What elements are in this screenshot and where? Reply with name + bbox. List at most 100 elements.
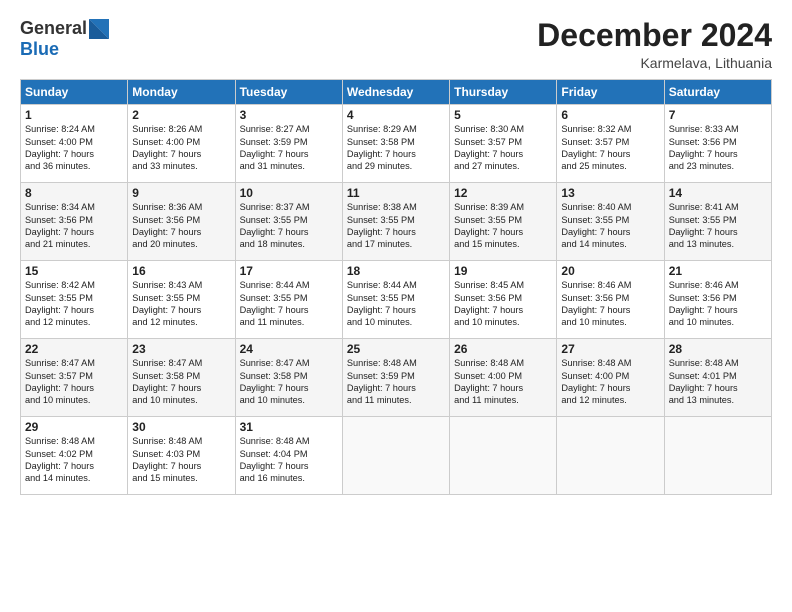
day-number: 9 [132, 186, 230, 200]
calendar-cell [450, 417, 557, 495]
day-number: 14 [669, 186, 767, 200]
calendar-cell: 21Sunrise: 8:46 AMSunset: 3:56 PMDayligh… [664, 261, 771, 339]
day-info: Sunrise: 8:32 AMSunset: 3:57 PMDaylight:… [561, 123, 659, 173]
day-info: Sunrise: 8:42 AMSunset: 3:55 PMDaylight:… [25, 279, 123, 329]
calendar-cell: 8Sunrise: 8:34 AMSunset: 3:56 PMDaylight… [21, 183, 128, 261]
weekday-header-friday: Friday [557, 80, 664, 105]
calendar-cell: 3Sunrise: 8:27 AMSunset: 3:59 PMDaylight… [235, 105, 342, 183]
day-info: Sunrise: 8:38 AMSunset: 3:55 PMDaylight:… [347, 201, 445, 251]
day-info: Sunrise: 8:47 AMSunset: 3:58 PMDaylight:… [132, 357, 230, 407]
day-info: Sunrise: 8:48 AMSunset: 4:02 PMDaylight:… [25, 435, 123, 485]
calendar-week-4: 22Sunrise: 8:47 AMSunset: 3:57 PMDayligh… [21, 339, 772, 417]
calendar-cell: 25Sunrise: 8:48 AMSunset: 3:59 PMDayligh… [342, 339, 449, 417]
weekday-header-tuesday: Tuesday [235, 80, 342, 105]
calendar-cell: 4Sunrise: 8:29 AMSunset: 3:58 PMDaylight… [342, 105, 449, 183]
calendar-cell: 5Sunrise: 8:30 AMSunset: 3:57 PMDaylight… [450, 105, 557, 183]
logo-general: General [20, 18, 87, 39]
day-info: Sunrise: 8:37 AMSunset: 3:55 PMDaylight:… [240, 201, 338, 251]
calendar-cell: 2Sunrise: 8:26 AMSunset: 4:00 PMDaylight… [128, 105, 235, 183]
day-number: 23 [132, 342, 230, 356]
day-info: Sunrise: 8:44 AMSunset: 3:55 PMDaylight:… [347, 279, 445, 329]
day-info: Sunrise: 8:46 AMSunset: 3:56 PMDaylight:… [561, 279, 659, 329]
calendar-cell: 28Sunrise: 8:48 AMSunset: 4:01 PMDayligh… [664, 339, 771, 417]
calendar-cell: 26Sunrise: 8:48 AMSunset: 4:00 PMDayligh… [450, 339, 557, 417]
day-number: 1 [25, 108, 123, 122]
weekday-header-saturday: Saturday [664, 80, 771, 105]
day-info: Sunrise: 8:26 AMSunset: 4:00 PMDaylight:… [132, 123, 230, 173]
calendar-cell: 12Sunrise: 8:39 AMSunset: 3:55 PMDayligh… [450, 183, 557, 261]
calendar-week-1: 1Sunrise: 8:24 AMSunset: 4:00 PMDaylight… [21, 105, 772, 183]
day-info: Sunrise: 8:24 AMSunset: 4:00 PMDaylight:… [25, 123, 123, 173]
day-info: Sunrise: 8:46 AMSunset: 3:56 PMDaylight:… [669, 279, 767, 329]
calendar-week-5: 29Sunrise: 8:48 AMSunset: 4:02 PMDayligh… [21, 417, 772, 495]
title-block: December 2024 Karmelava, Lithuania [537, 18, 772, 71]
day-number: 20 [561, 264, 659, 278]
calendar-cell [664, 417, 771, 495]
day-number: 25 [347, 342, 445, 356]
calendar-header-row: SundayMondayTuesdayWednesdayThursdayFrid… [21, 80, 772, 105]
calendar-cell: 14Sunrise: 8:41 AMSunset: 3:55 PMDayligh… [664, 183, 771, 261]
day-number: 15 [25, 264, 123, 278]
calendar-week-2: 8Sunrise: 8:34 AMSunset: 3:56 PMDaylight… [21, 183, 772, 261]
day-number: 2 [132, 108, 230, 122]
calendar-cell: 17Sunrise: 8:44 AMSunset: 3:55 PMDayligh… [235, 261, 342, 339]
header: General Blue December 2024 Karmelava, Li… [20, 18, 772, 71]
calendar-cell: 27Sunrise: 8:48 AMSunset: 4:00 PMDayligh… [557, 339, 664, 417]
day-number: 4 [347, 108, 445, 122]
calendar-cell: 18Sunrise: 8:44 AMSunset: 3:55 PMDayligh… [342, 261, 449, 339]
day-number: 11 [347, 186, 445, 200]
day-info: Sunrise: 8:48 AMSunset: 3:59 PMDaylight:… [347, 357, 445, 407]
day-info: Sunrise: 8:27 AMSunset: 3:59 PMDaylight:… [240, 123, 338, 173]
day-number: 8 [25, 186, 123, 200]
calendar-cell: 19Sunrise: 8:45 AMSunset: 3:56 PMDayligh… [450, 261, 557, 339]
day-number: 17 [240, 264, 338, 278]
day-number: 28 [669, 342, 767, 356]
day-number: 26 [454, 342, 552, 356]
weekday-header-thursday: Thursday [450, 80, 557, 105]
day-number: 31 [240, 420, 338, 434]
calendar-cell: 10Sunrise: 8:37 AMSunset: 3:55 PMDayligh… [235, 183, 342, 261]
day-info: Sunrise: 8:48 AMSunset: 4:03 PMDaylight:… [132, 435, 230, 485]
logo-icon [89, 19, 109, 39]
calendar-cell: 16Sunrise: 8:43 AMSunset: 3:55 PMDayligh… [128, 261, 235, 339]
logo-blue: Blue [20, 39, 59, 60]
day-number: 12 [454, 186, 552, 200]
calendar-body: 1Sunrise: 8:24 AMSunset: 4:00 PMDaylight… [21, 105, 772, 495]
calendar-cell: 22Sunrise: 8:47 AMSunset: 3:57 PMDayligh… [21, 339, 128, 417]
calendar: SundayMondayTuesdayWednesdayThursdayFrid… [20, 79, 772, 495]
page: General Blue December 2024 Karmelava, Li… [0, 0, 792, 612]
calendar-cell: 11Sunrise: 8:38 AMSunset: 3:55 PMDayligh… [342, 183, 449, 261]
day-info: Sunrise: 8:40 AMSunset: 3:55 PMDaylight:… [561, 201, 659, 251]
weekday-header-wednesday: Wednesday [342, 80, 449, 105]
day-info: Sunrise: 8:41 AMSunset: 3:55 PMDaylight:… [669, 201, 767, 251]
day-info: Sunrise: 8:29 AMSunset: 3:58 PMDaylight:… [347, 123, 445, 173]
day-info: Sunrise: 8:39 AMSunset: 3:55 PMDaylight:… [454, 201, 552, 251]
calendar-cell [342, 417, 449, 495]
calendar-cell: 23Sunrise: 8:47 AMSunset: 3:58 PMDayligh… [128, 339, 235, 417]
calendar-cell: 1Sunrise: 8:24 AMSunset: 4:00 PMDaylight… [21, 105, 128, 183]
calendar-cell: 7Sunrise: 8:33 AMSunset: 3:56 PMDaylight… [664, 105, 771, 183]
day-info: Sunrise: 8:43 AMSunset: 3:55 PMDaylight:… [132, 279, 230, 329]
day-info: Sunrise: 8:33 AMSunset: 3:56 PMDaylight:… [669, 123, 767, 173]
day-number: 30 [132, 420, 230, 434]
calendar-cell: 13Sunrise: 8:40 AMSunset: 3:55 PMDayligh… [557, 183, 664, 261]
month-title: December 2024 [537, 18, 772, 53]
calendar-cell [557, 417, 664, 495]
day-number: 21 [669, 264, 767, 278]
calendar-week-3: 15Sunrise: 8:42 AMSunset: 3:55 PMDayligh… [21, 261, 772, 339]
day-info: Sunrise: 8:48 AMSunset: 4:00 PMDaylight:… [561, 357, 659, 407]
day-info: Sunrise: 8:36 AMSunset: 3:56 PMDaylight:… [132, 201, 230, 251]
day-number: 29 [25, 420, 123, 434]
calendar-cell: 6Sunrise: 8:32 AMSunset: 3:57 PMDaylight… [557, 105, 664, 183]
day-number: 19 [454, 264, 552, 278]
day-info: Sunrise: 8:48 AMSunset: 4:01 PMDaylight:… [669, 357, 767, 407]
day-number: 3 [240, 108, 338, 122]
day-number: 6 [561, 108, 659, 122]
day-number: 16 [132, 264, 230, 278]
day-number: 24 [240, 342, 338, 356]
day-number: 5 [454, 108, 552, 122]
day-number: 10 [240, 186, 338, 200]
day-number: 22 [25, 342, 123, 356]
day-info: Sunrise: 8:45 AMSunset: 3:56 PMDaylight:… [454, 279, 552, 329]
day-info: Sunrise: 8:44 AMSunset: 3:55 PMDaylight:… [240, 279, 338, 329]
